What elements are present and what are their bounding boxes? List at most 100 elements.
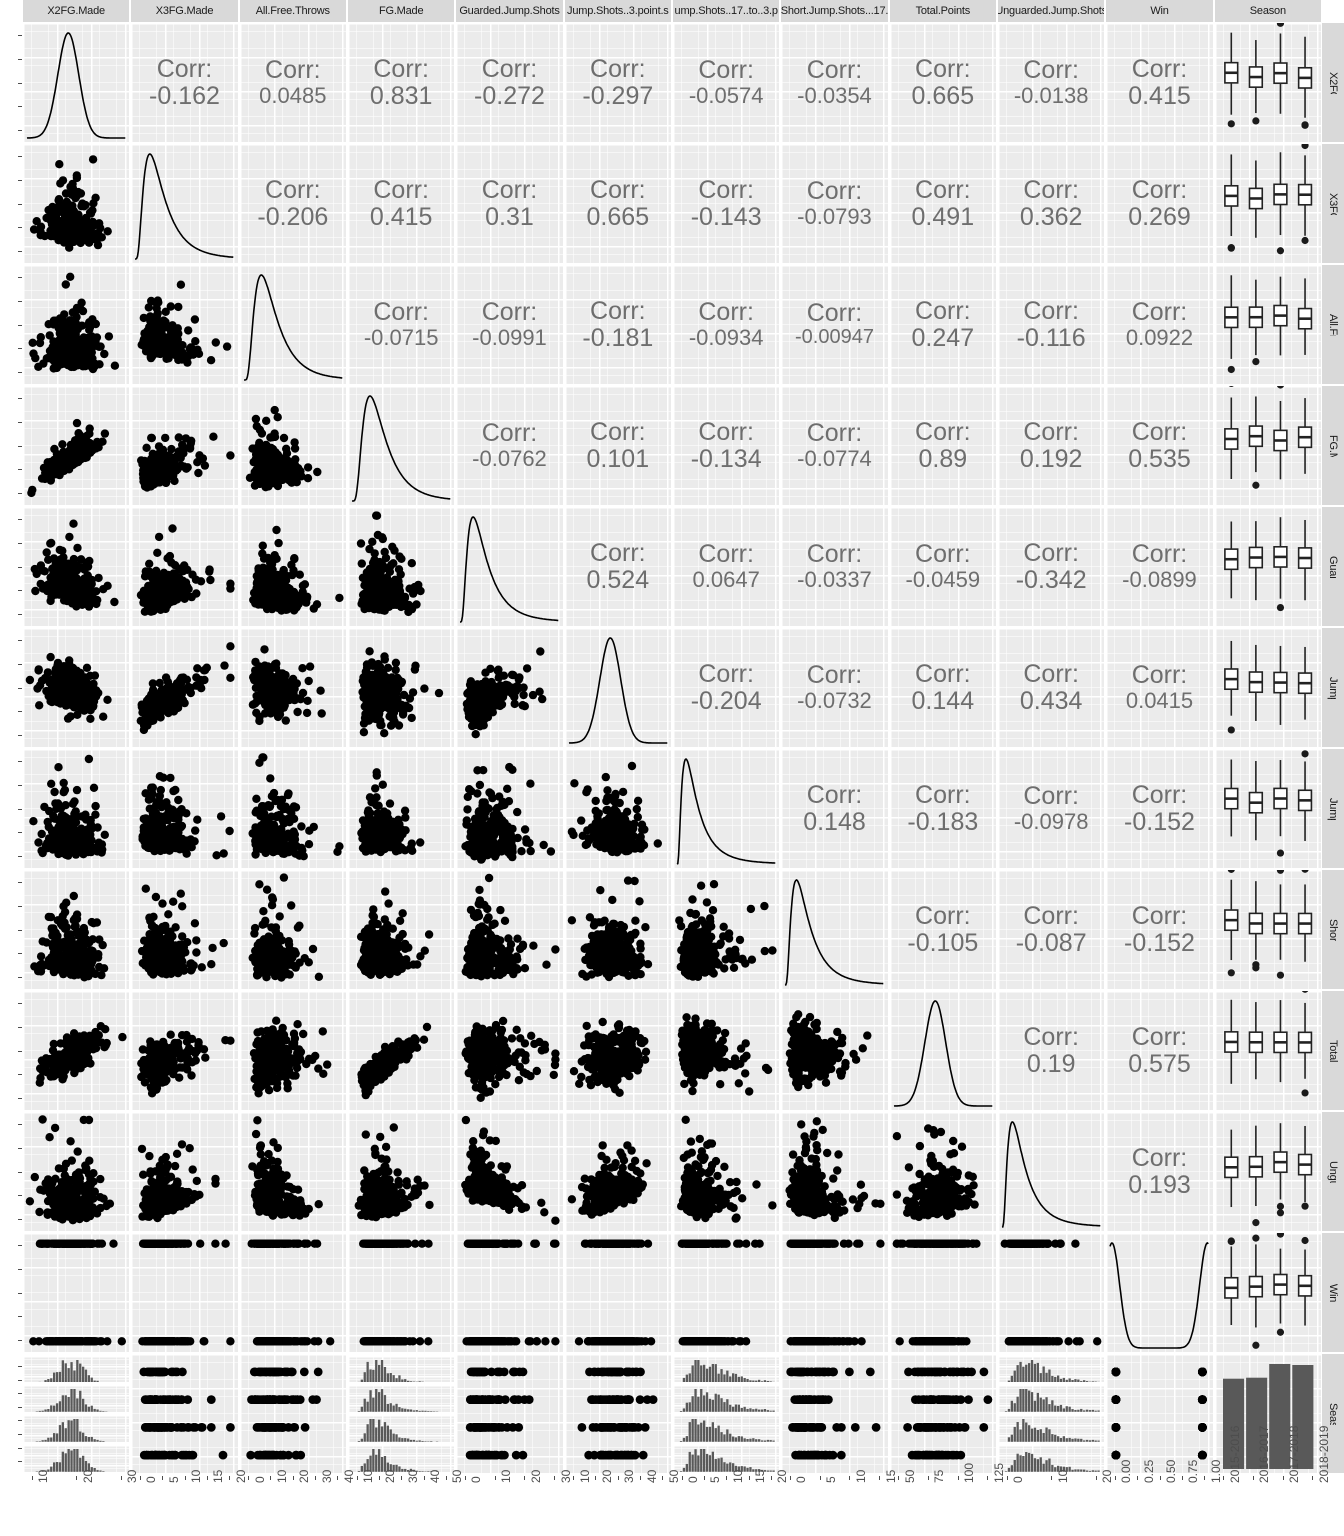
axis-tick-label: 10 [189, 1469, 204, 1483]
scatter-points [245, 1367, 323, 1460]
corr-label: Corr: [1131, 1143, 1188, 1172]
scatter-points [577, 1367, 658, 1460]
row-header-label: Season [1327, 1402, 1339, 1425]
axis-tick [18, 34, 22, 36]
corr-label: Corr: [590, 417, 646, 446]
scatter-points [137, 524, 235, 616]
scatter-points [248, 645, 326, 726]
scatter-points [466, 1367, 534, 1460]
histogram-facet [348, 1385, 455, 1412]
scatter-points [677, 1239, 764, 1346]
row-header-label: Jump.Shots..17..to..3.p [1327, 798, 1339, 820]
scatter-panel [131, 870, 238, 989]
axis-tick-label: 0.25 [1141, 1459, 1156, 1483]
correlation-panel: Corr: -0.0991 [456, 265, 563, 384]
x-axis: 10 20 30 40 50 [565, 1470, 681, 1536]
axis-tick-label: 2016-2017 [1257, 1425, 1272, 1483]
histogram-facet [348, 1444, 455, 1472]
correlation-panel: Corr: 0.362 [998, 144, 1105, 263]
corr-label: Corr: [481, 298, 538, 327]
scatter-points [30, 891, 109, 982]
scatter-points [357, 1022, 432, 1100]
axis-tick [18, 1026, 22, 1028]
x-axis: 0 10 20 30 [456, 1470, 573, 1536]
axis-tick [18, 1316, 22, 1318]
corr-value: -0.00947 [795, 326, 874, 349]
corr-label: Corr: [698, 175, 754, 204]
correlation-panel: Corr: -0.152 [1106, 749, 1213, 868]
row-header-strip: Jump.Shots..3.point.s [1322, 628, 1344, 747]
scatter-points [461, 1016, 560, 1102]
corr-value: 0.247 [911, 323, 975, 352]
corr-label: Corr: [806, 780, 863, 809]
column-header-strip: Short.Jump.Shots...17. [781, 0, 888, 22]
column-header-strip: Jump.Shots..3.point.s [564, 0, 671, 22]
scatter-panel [781, 1112, 888, 1231]
axis-tick [229, 1476, 231, 1480]
corr-label: Corr: [590, 296, 646, 325]
corr-value: 0.665 [586, 202, 650, 231]
scatterplot-matrix: X2FG.Made X3FG.Made All.Free.Throws FG.Made… [0, 0, 1344, 1536]
y-axis [0, 265, 22, 384]
scatter-panel [239, 749, 346, 868]
axis-tick [18, 832, 22, 834]
histogram-facet [998, 1385, 1105, 1412]
density-curve [785, 879, 884, 986]
row-header-strip: Short.Jump.Shots...17. [1322, 870, 1344, 989]
axis-tick-label: 20 [528, 1469, 543, 1483]
correlation-panel: Corr: -0.183 [889, 749, 996, 868]
season-histogram-facets [348, 1354, 455, 1473]
boxplot-group [1223, 640, 1312, 734]
axis-tick-label: 50 [902, 1469, 917, 1483]
season-histogram-facets [23, 1354, 130, 1473]
axis-tick [18, 469, 22, 471]
scatter-panel [131, 386, 238, 505]
correlation-panel: Corr: 0.0485 [239, 23, 346, 142]
correlation-panel: Corr: 0.0415 [1106, 628, 1213, 747]
scatter-points [463, 647, 547, 739]
scatter-panel [673, 1112, 780, 1231]
y-axis [0, 628, 22, 747]
axis-tick [18, 566, 22, 568]
boxplot-panel [1214, 507, 1321, 626]
density-curve [243, 274, 343, 381]
boxplot-panel [1214, 23, 1321, 142]
histogram-bars [1004, 1359, 1100, 1383]
scatter-panel [564, 1233, 671, 1352]
diagonal-density-panel [348, 386, 455, 505]
boxplot-group [1223, 517, 1312, 612]
scatter-points [137, 280, 232, 367]
axis-tick [18, 1171, 22, 1173]
scatter-panel [673, 991, 780, 1110]
corr-label: Corr: [915, 659, 971, 688]
scatter-points [25, 1115, 115, 1225]
axis-tick-label: 2015-2016 [1227, 1425, 1242, 1483]
scatter-panel [239, 386, 346, 505]
axis-tick [18, 639, 22, 641]
axis-tick-label: 10 [853, 1469, 868, 1483]
axis-tick [18, 493, 22, 495]
column-header-strip: Win [1106, 0, 1213, 22]
axis-tick-label: 0.50 [1164, 1459, 1179, 1483]
corr-value: 0.415 [369, 202, 433, 231]
axis-tick-label: 40 [644, 1469, 659, 1483]
correlation-panel: Corr: -0.0354 [781, 23, 888, 142]
corr-value: 0.535 [1128, 444, 1191, 473]
axis-tick-label: 100 [962, 1462, 977, 1483]
scatter-panel [239, 1233, 346, 1352]
corr-value: -0.0774 [797, 446, 872, 472]
scatter-points [892, 1124, 979, 1222]
correlation-panel: Corr: 0.269 [1106, 144, 1213, 263]
scatter-panel [131, 628, 238, 747]
corr-label: Corr: [1023, 782, 1079, 811]
scatter-points [354, 1123, 434, 1222]
scatter-points [356, 511, 425, 617]
corr-label: Corr: [698, 56, 754, 85]
column-header-label: ump.Shots..17..to..3.p [674, 5, 778, 17]
row-header-strip: Win [1322, 1233, 1344, 1352]
axis-tick [1095, 1476, 1097, 1480]
axis-tick [315, 1476, 317, 1480]
axis-tick-label: 0 [794, 1476, 809, 1483]
scatter-panel [781, 1354, 888, 1473]
axis-tick [18, 542, 22, 544]
